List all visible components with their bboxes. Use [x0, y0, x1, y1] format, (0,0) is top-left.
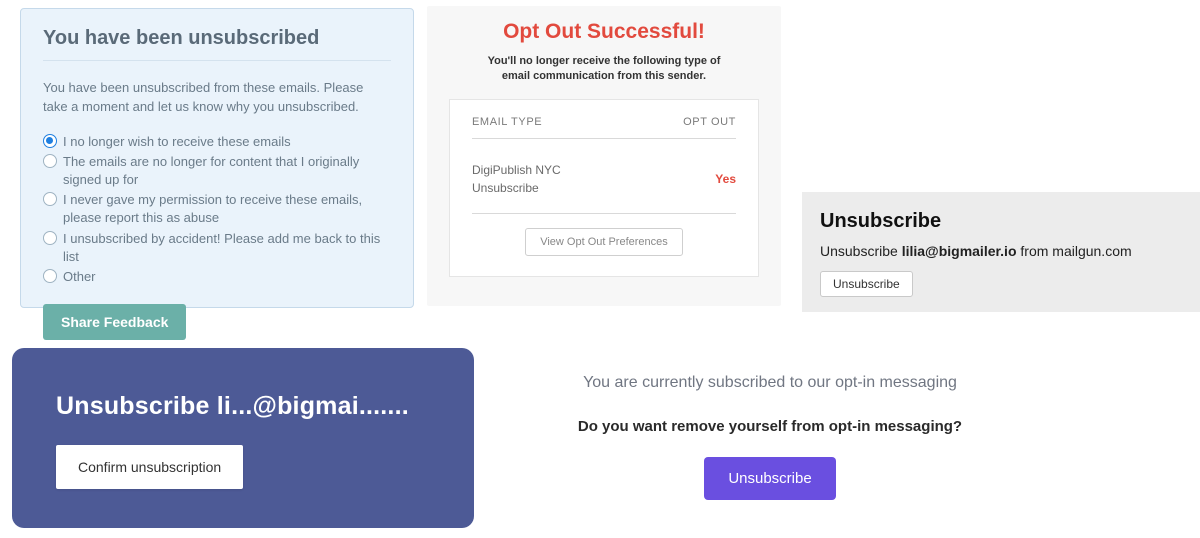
status-text: You are currently subscribed to our opt-…: [510, 374, 1030, 392]
reason-option[interactable]: I no longer wish to receive these emails: [43, 133, 391, 151]
mailgun-unsubscribe-panel: Unsubscribe Unsubscribe lilia@bigmailer.…: [802, 192, 1200, 312]
confirm-unsubscription-button[interactable]: Confirm unsubscription: [56, 445, 243, 489]
reason-option[interactable]: Other: [43, 268, 391, 286]
email-address: lilia@bigmailer.io: [902, 243, 1017, 259]
panel-title: Unsubscribe: [820, 210, 1182, 233]
opt-out-success-panel: Opt Out Successful! You'll no longer rec…: [427, 6, 781, 306]
opt-out-status: Yes: [715, 172, 736, 186]
unsubscribe-feedback-panel: You have been unsubscribed You have been…: [20, 8, 414, 308]
radio-icon: [43, 134, 57, 148]
radio-icon: [43, 192, 57, 206]
opt-out-table: EMAIL TYPE OPT OUT DigiPublish NYC Unsub…: [449, 99, 759, 277]
radio-icon: [43, 231, 57, 245]
option-label: The emails are no longer for content tha…: [63, 153, 391, 189]
table-row: DigiPublish NYC Unsubscribe Yes: [472, 139, 736, 213]
unsubscribe-button[interactable]: Unsubscribe: [820, 271, 913, 297]
reason-option[interactable]: I never gave my permission to receive th…: [43, 191, 391, 227]
optin-unsubscribe-panel: You are currently subscribed to our opt-…: [510, 374, 1030, 500]
column-header-email-type: EMAIL TYPE: [472, 116, 542, 128]
prompt-text: Do you want remove yourself from opt-in …: [510, 418, 1030, 435]
radio-icon: [43, 269, 57, 283]
reason-option[interactable]: I unsubscribed by accident! Please add m…: [43, 230, 391, 266]
option-label: Other: [63, 268, 96, 286]
radio-icon: [43, 154, 57, 168]
panel-title: Unsubscribe li...@bigmai.......: [56, 392, 430, 421]
reason-option[interactable]: The emails are no longer for content tha…: [43, 153, 391, 189]
sentence-prefix: Unsubscribe: [820, 243, 902, 259]
unsubscribe-button[interactable]: Unsubscribe: [704, 457, 835, 500]
reason-options: I no longer wish to receive these emails…: [43, 133, 391, 287]
email-type-cell: DigiPublish NYC Unsubscribe: [472, 161, 561, 197]
view-preferences-button[interactable]: View Opt Out Preferences: [525, 228, 683, 256]
divider: [472, 213, 736, 214]
option-label: I unsubscribed by accident! Please add m…: [63, 230, 391, 266]
panel-title: You have been unsubscribed: [43, 27, 391, 61]
panel-title: Opt Out Successful!: [449, 20, 759, 44]
panel-lead-text: You have been unsubscribed from these em…: [43, 79, 391, 117]
option-label: I never gave my permission to receive th…: [63, 191, 391, 227]
unsubscribe-sentence: Unsubscribe lilia@bigmailer.io from mail…: [820, 243, 1182, 259]
panel-subtitle: You'll no longer receive the following t…: [474, 54, 734, 85]
option-label: I no longer wish to receive these emails: [63, 133, 291, 151]
confirm-unsubscribe-panel: Unsubscribe li...@bigmai....... Confirm …: [12, 348, 474, 528]
table-header-row: EMAIL TYPE OPT OUT: [472, 116, 736, 139]
email-type-line: Unsubscribe: [472, 181, 539, 195]
email-type-line: DigiPublish NYC: [472, 163, 561, 177]
column-header-opt-out: OPT OUT: [683, 116, 736, 128]
share-feedback-button[interactable]: Share Feedback: [43, 304, 186, 340]
sentence-suffix: from mailgun.com: [1017, 243, 1132, 259]
